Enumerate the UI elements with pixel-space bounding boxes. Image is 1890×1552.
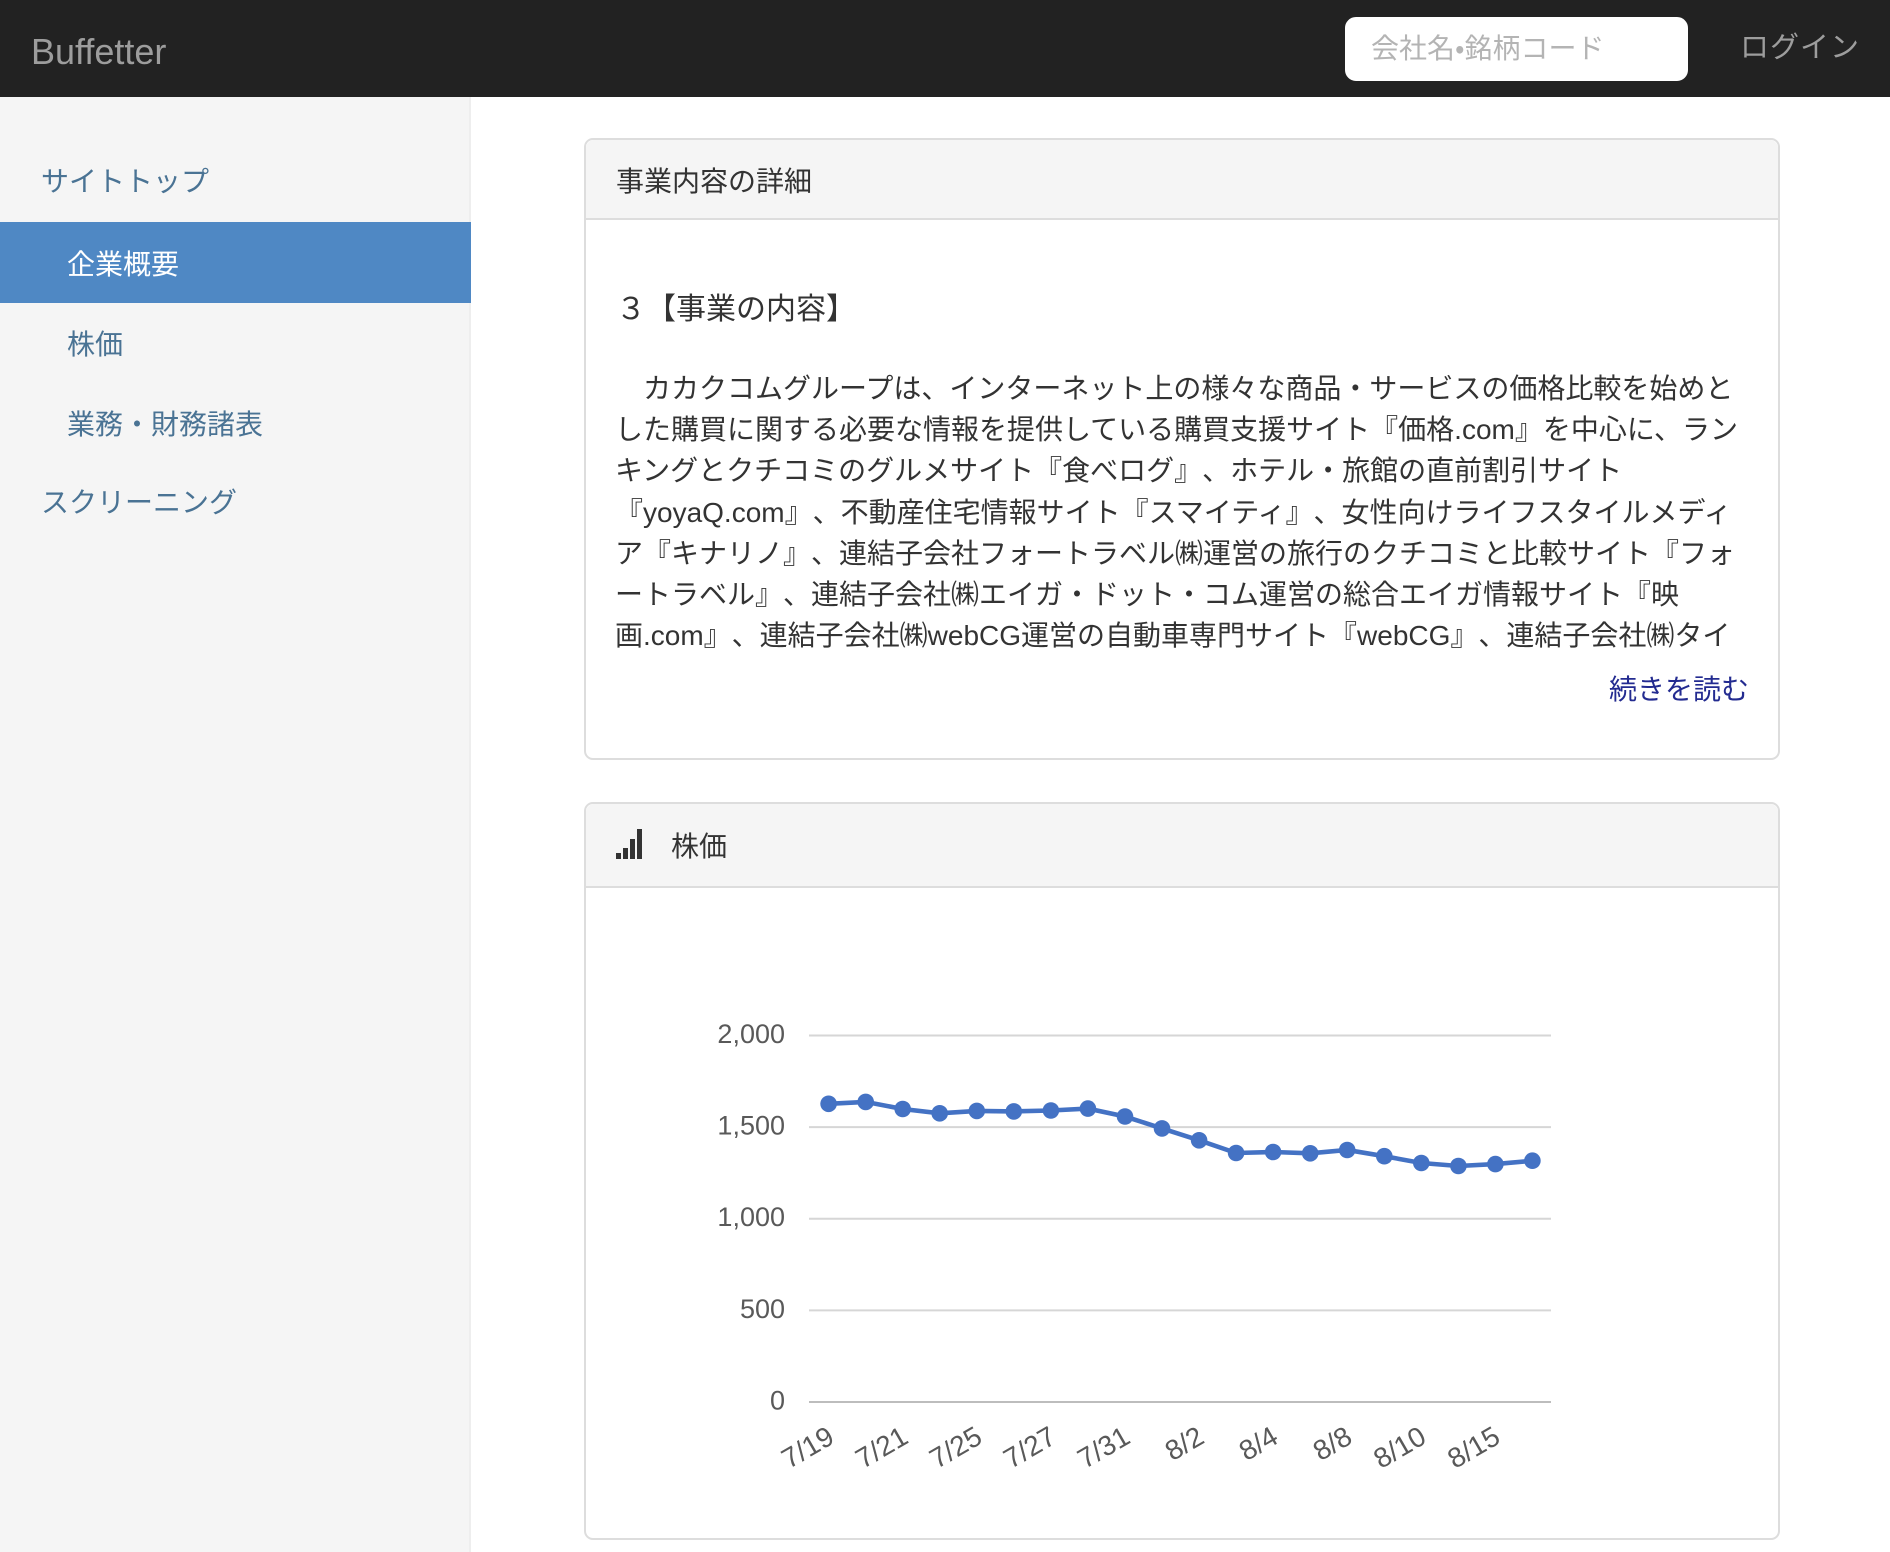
svg-text:7/31: 7/31 [1072, 1420, 1135, 1474]
svg-text:7/25: 7/25 [924, 1420, 987, 1474]
svg-text:0: 0 [770, 1386, 785, 1416]
svg-text:8/2: 8/2 [1160, 1420, 1209, 1466]
svg-text:7/27: 7/27 [998, 1420, 1061, 1474]
svg-text:8/15: 8/15 [1442, 1420, 1505, 1474]
svg-text:2,000: 2,000 [717, 1019, 785, 1049]
svg-text:8/8: 8/8 [1308, 1420, 1357, 1466]
svg-text:1,000: 1,000 [717, 1202, 785, 1232]
svg-text:500: 500 [740, 1294, 785, 1324]
svg-text:7/19: 7/19 [776, 1420, 839, 1474]
svg-text:8/4: 8/4 [1234, 1420, 1283, 1466]
svg-text:1,500: 1,500 [717, 1111, 785, 1141]
svg-text:8/10: 8/10 [1368, 1420, 1431, 1474]
svg-text:7/21: 7/21 [850, 1420, 913, 1474]
